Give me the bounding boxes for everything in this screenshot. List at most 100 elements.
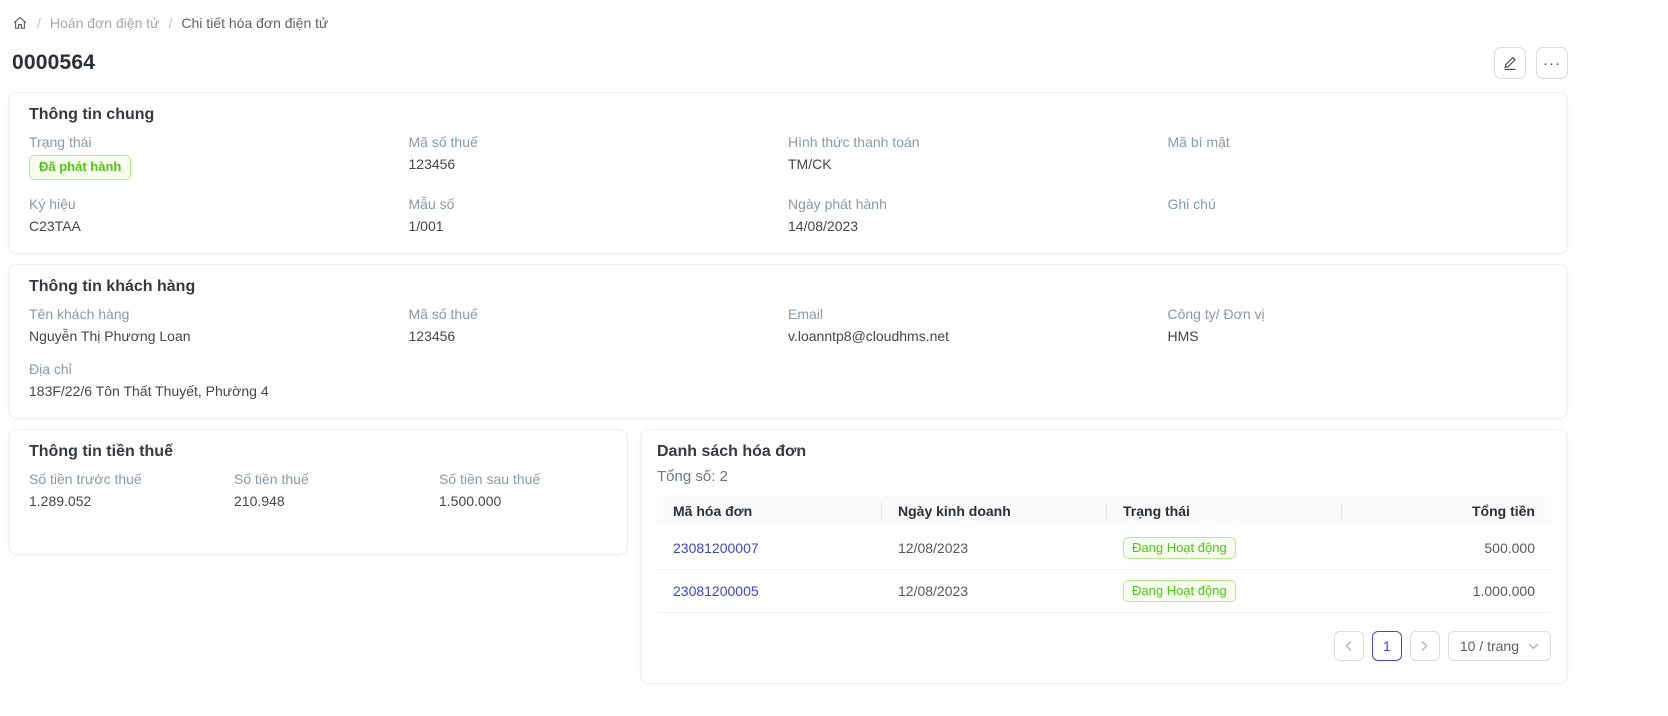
table-row: 23081200007 12/08/2023 Đang Hoạt động 50… — [657, 527, 1551, 570]
field-value: 14/08/2023 — [788, 217, 1168, 235]
field-payment-method: Hình thức thanh toán TM/CK — [788, 133, 1168, 180]
general-fields-grid: Trạng thái Đã phát hành Mã số thuế 12345… — [29, 133, 1547, 235]
invoice-table: Mã hóa đơn Ngày kinh doanh Trạng thái Tổ… — [657, 495, 1551, 613]
breadcrumb-item-invoices[interactable]: Hoán đơn điện tử — [50, 15, 160, 31]
card-title: Thông tin chung — [29, 106, 1547, 124]
field-value: 1/001 — [409, 217, 789, 235]
card-customer-info: Thông tin khách hàng Tên khách hàng Nguy… — [8, 264, 1568, 419]
table-row: 23081200005 12/08/2023 Đang Hoạt động 1.… — [657, 570, 1551, 613]
page: / Hoán đơn điện tử / Chi tiết hóa đơn đi… — [0, 0, 1668, 684]
field-label: Email — [788, 305, 1168, 323]
invoice-link[interactable]: 23081200005 — [673, 583, 759, 599]
field-value: 1.500.000 — [439, 492, 607, 510]
field-note: Ghi chú — [1168, 195, 1548, 235]
field-value: TM/CK — [788, 155, 1168, 173]
status-badge: Đang Hoạt động — [1123, 580, 1236, 602]
invoice-link[interactable]: 23081200007 — [673, 540, 759, 556]
field-label: Số tiền sau thuế — [439, 470, 607, 488]
page-title: 0000564 — [12, 51, 95, 75]
field-customer-tax-code: Mã số thuế 123456 — [409, 305, 789, 345]
card-tax-info: Thông tin tiền thuế Số tiền trước thuế 1… — [8, 429, 628, 555]
status-badge: Đã phát hành — [29, 155, 131, 180]
column-header-total: Tổng tiền — [1342, 495, 1551, 527]
amount-cell: 500.000 — [1342, 527, 1551, 570]
breadcrumb-item-current: Chi tiết hóa đơn điện tử — [181, 15, 328, 31]
field-label: Mã số thuế — [409, 133, 789, 151]
column-header-date: Ngày kinh doanh — [882, 495, 1107, 527]
field-symbol: Ký hiệu C23TAA — [29, 195, 409, 235]
field-secret-code: Mã bí mật — [1168, 133, 1548, 180]
field-value: Nguyễn Thị Phương Loan — [29, 327, 409, 345]
field-value: 210.948 — [234, 492, 439, 510]
card-title: Thông tin khách hàng — [29, 278, 1547, 296]
field-label: Trạng thái — [29, 133, 409, 151]
breadcrumb-separator: / — [169, 15, 173, 31]
ellipsis-icon: ··· — [1543, 55, 1561, 72]
field-issue-date: Ngày phát hành 14/08/2023 — [788, 195, 1168, 235]
field-status: Trạng thái Đã phát hành — [29, 133, 409, 180]
field-form-number: Mẫu số 1/001 — [409, 195, 789, 235]
field-label: Tên khách hàng — [29, 305, 409, 323]
field-label: Mẫu số — [409, 195, 789, 213]
edit-pencil-icon — [1502, 55, 1518, 71]
field-amount-before-tax: Số tiền trước thuế 1.289.052 — [29, 470, 234, 510]
breadcrumb: / Hoán đơn điện tử / Chi tiết hóa đơn đi… — [12, 14, 1568, 31]
table-header-row: Mã hóa đơn Ngày kinh doanh Trạng thái Tổ… — [657, 495, 1551, 527]
field-value: HMS — [1168, 327, 1548, 345]
breadcrumb-separator: / — [37, 15, 41, 31]
column-header-status: Trạng thái — [1107, 495, 1342, 527]
field-value: C23TAA — [29, 217, 409, 235]
page-1-button[interactable]: 1 — [1372, 631, 1402, 661]
field-label: Số tiền trước thuế — [29, 470, 234, 488]
edit-button[interactable] — [1494, 47, 1526, 79]
chevron-right-icon — [1420, 640, 1429, 652]
field-company: Công ty/ Đơn vị HMS — [1168, 305, 1548, 345]
chevron-down-icon — [1528, 643, 1539, 650]
field-label: Ngày phát hành — [788, 195, 1168, 213]
field-customer-name: Tên khách hàng Nguyễn Thị Phương Loan — [29, 305, 409, 345]
card-general-info: Thông tin chung Trạng thái Đã phát hành … — [8, 92, 1568, 254]
page-size-label: 10 / trang — [1460, 638, 1519, 654]
field-value — [1168, 155, 1548, 173]
field-label: Hình thức thanh toán — [788, 133, 1168, 151]
field-label: Ghi chú — [1168, 195, 1548, 213]
prev-page-button[interactable] — [1334, 631, 1364, 661]
title-row: 0000564 ··· — [12, 47, 1568, 79]
field-address: Địa chỉ 183F/22/6 Tôn Thất Thuyết, Phườn… — [29, 360, 409, 400]
field-amount-after-tax: Số tiền sau thuế 1.500.000 — [439, 470, 607, 510]
bottom-row: Thông tin tiền thuế Số tiền trước thuế 1… — [8, 429, 1568, 684]
column-header-code: Mã hóa đơn — [657, 495, 882, 527]
field-tax-amount: Số tiền thuế 210.948 — [234, 470, 439, 510]
field-value: 123456 — [409, 327, 789, 345]
total-count: Tổng số: 2 — [657, 468, 1551, 485]
more-actions-button[interactable]: ··· — [1536, 47, 1568, 79]
tax-fields-grid: Số tiền trước thuế 1.289.052 Số tiền thu… — [29, 470, 607, 510]
field-label: Số tiền thuế — [234, 470, 439, 488]
field-tax-code: Mã số thuế 123456 — [409, 133, 789, 180]
next-page-button[interactable] — [1410, 631, 1440, 661]
title-actions: ··· — [1494, 47, 1568, 79]
date-cell: 12/08/2023 — [882, 527, 1107, 570]
pagination: 1 10 / trang — [657, 631, 1551, 661]
chevron-left-icon — [1344, 640, 1353, 652]
field-label: Địa chỉ — [29, 360, 409, 378]
field-value: 1.289.052 — [29, 492, 234, 510]
field-label: Ký hiệu — [29, 195, 409, 213]
amount-cell: 1.000.000 — [1342, 570, 1551, 613]
field-label: Mã số thuế — [409, 305, 789, 323]
page-size-select[interactable]: 10 / trang — [1448, 631, 1551, 661]
date-cell: 12/08/2023 — [882, 570, 1107, 613]
field-email: Email v.loanntp8@cloudhms.net — [788, 305, 1168, 345]
card-title: Thông tin tiền thuế — [29, 443, 607, 461]
status-badge: Đang Hoạt động — [1123, 537, 1236, 559]
field-value: v.loanntp8@cloudhms.net — [788, 327, 1168, 345]
card-title: Danh sách hóa đơn — [657, 443, 1551, 461]
field-value — [1168, 217, 1548, 235]
field-label: Mã bí mật — [1168, 133, 1548, 151]
field-value: 183F/22/6 Tôn Thất Thuyết, Phường 4 — [29, 382, 409, 400]
field-label: Công ty/ Đơn vị — [1168, 305, 1548, 323]
customer-fields-grid: Tên khách hàng Nguyễn Thị Phương Loan Mã… — [29, 305, 1547, 400]
card-invoice-list: Danh sách hóa đơn Tổng số: 2 Mã hóa đơn … — [640, 429, 1568, 684]
home-icon[interactable] — [12, 15, 28, 31]
field-value: 123456 — [409, 155, 789, 173]
